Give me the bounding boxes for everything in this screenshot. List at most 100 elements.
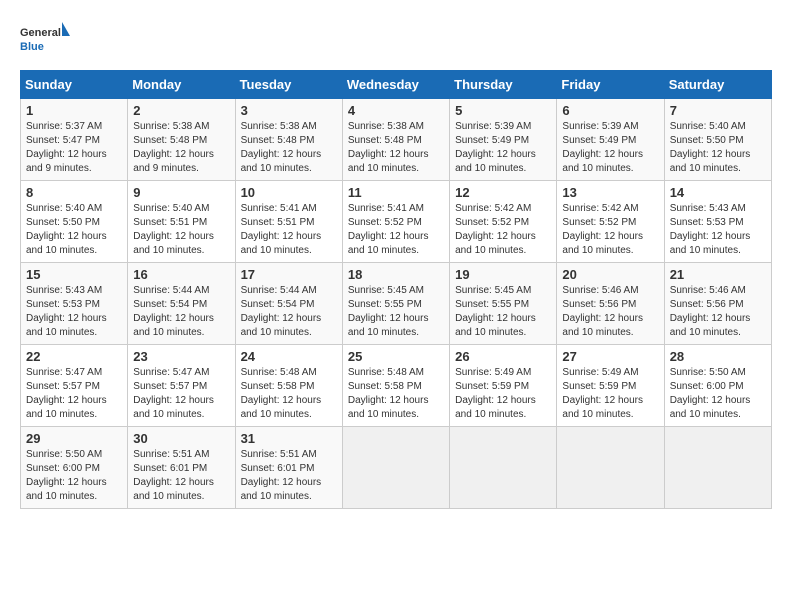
calendar-table: SundayMondayTuesdayWednesdayThursdayFrid… bbox=[20, 70, 772, 509]
svg-text:General: General bbox=[20, 27, 61, 39]
day-info: Sunrise: 5:49 AMSunset: 5:59 PMDaylight:… bbox=[562, 367, 643, 420]
calendar-cell: 21 Sunrise: 5:46 AMSunset: 5:56 PMDaylig… bbox=[664, 263, 771, 345]
day-info: Sunrise: 5:46 AMSunset: 5:56 PMDaylight:… bbox=[670, 285, 751, 338]
calendar-cell: 15 Sunrise: 5:43 AMSunset: 5:53 PMDaylig… bbox=[21, 263, 128, 345]
day-info: Sunrise: 5:41 AMSunset: 5:52 PMDaylight:… bbox=[348, 203, 429, 256]
logo: General Blue bbox=[20, 20, 70, 60]
day-info: Sunrise: 5:38 AMSunset: 5:48 PMDaylight:… bbox=[348, 121, 429, 174]
calendar-cell: 7 Sunrise: 5:40 AMSunset: 5:50 PMDayligh… bbox=[664, 99, 771, 181]
logo-svg: General Blue bbox=[20, 20, 70, 60]
day-info: Sunrise: 5:44 AMSunset: 5:54 PMDaylight:… bbox=[133, 285, 214, 338]
day-number: 16 bbox=[133, 267, 229, 282]
col-header-friday: Friday bbox=[557, 71, 664, 99]
calendar-cell: 11 Sunrise: 5:41 AMSunset: 5:52 PMDaylig… bbox=[342, 181, 449, 263]
day-info: Sunrise: 5:39 AMSunset: 5:49 PMDaylight:… bbox=[562, 121, 643, 174]
calendar-cell bbox=[557, 427, 664, 509]
calendar-cell: 23 Sunrise: 5:47 AMSunset: 5:57 PMDaylig… bbox=[128, 345, 235, 427]
day-number: 23 bbox=[133, 349, 229, 364]
day-number: 11 bbox=[348, 185, 444, 200]
svg-text:Blue: Blue bbox=[20, 41, 44, 53]
day-number: 14 bbox=[670, 185, 766, 200]
day-number: 22 bbox=[26, 349, 122, 364]
day-info: Sunrise: 5:50 AMSunset: 6:00 PMDaylight:… bbox=[26, 449, 107, 502]
day-number: 31 bbox=[241, 431, 337, 446]
calendar-cell: 22 Sunrise: 5:47 AMSunset: 5:57 PMDaylig… bbox=[21, 345, 128, 427]
day-info: Sunrise: 5:44 AMSunset: 5:54 PMDaylight:… bbox=[241, 285, 322, 338]
calendar-cell: 29 Sunrise: 5:50 AMSunset: 6:00 PMDaylig… bbox=[21, 427, 128, 509]
day-number: 18 bbox=[348, 267, 444, 282]
calendar-cell: 27 Sunrise: 5:49 AMSunset: 5:59 PMDaylig… bbox=[557, 345, 664, 427]
day-number: 1 bbox=[26, 103, 122, 118]
day-number: 5 bbox=[455, 103, 551, 118]
calendar-cell: 10 Sunrise: 5:41 AMSunset: 5:51 PMDaylig… bbox=[235, 181, 342, 263]
calendar-cell bbox=[342, 427, 449, 509]
day-number: 30 bbox=[133, 431, 229, 446]
calendar-cell bbox=[450, 427, 557, 509]
calendar-cell: 2 Sunrise: 5:38 AMSunset: 5:48 PMDayligh… bbox=[128, 99, 235, 181]
calendar-cell: 18 Sunrise: 5:45 AMSunset: 5:55 PMDaylig… bbox=[342, 263, 449, 345]
day-number: 9 bbox=[133, 185, 229, 200]
col-header-wednesday: Wednesday bbox=[342, 71, 449, 99]
day-info: Sunrise: 5:47 AMSunset: 5:57 PMDaylight:… bbox=[133, 367, 214, 420]
calendar-cell: 3 Sunrise: 5:38 AMSunset: 5:48 PMDayligh… bbox=[235, 99, 342, 181]
day-info: Sunrise: 5:43 AMSunset: 5:53 PMDaylight:… bbox=[670, 203, 751, 256]
day-number: 10 bbox=[241, 185, 337, 200]
calendar-cell: 28 Sunrise: 5:50 AMSunset: 6:00 PMDaylig… bbox=[664, 345, 771, 427]
day-info: Sunrise: 5:39 AMSunset: 5:49 PMDaylight:… bbox=[455, 121, 536, 174]
calendar-cell: 26 Sunrise: 5:49 AMSunset: 5:59 PMDaylig… bbox=[450, 345, 557, 427]
calendar-cell: 13 Sunrise: 5:42 AMSunset: 5:52 PMDaylig… bbox=[557, 181, 664, 263]
calendar-cell: 14 Sunrise: 5:43 AMSunset: 5:53 PMDaylig… bbox=[664, 181, 771, 263]
day-info: Sunrise: 5:45 AMSunset: 5:55 PMDaylight:… bbox=[455, 285, 536, 338]
day-number: 13 bbox=[562, 185, 658, 200]
page-header: General Blue bbox=[20, 20, 772, 60]
calendar-cell: 5 Sunrise: 5:39 AMSunset: 5:49 PMDayligh… bbox=[450, 99, 557, 181]
col-header-tuesday: Tuesday bbox=[235, 71, 342, 99]
day-number: 20 bbox=[562, 267, 658, 282]
calendar-cell: 20 Sunrise: 5:46 AMSunset: 5:56 PMDaylig… bbox=[557, 263, 664, 345]
calendar-cell: 16 Sunrise: 5:44 AMSunset: 5:54 PMDaylig… bbox=[128, 263, 235, 345]
day-number: 25 bbox=[348, 349, 444, 364]
day-info: Sunrise: 5:48 AMSunset: 5:58 PMDaylight:… bbox=[348, 367, 429, 420]
day-number: 24 bbox=[241, 349, 337, 364]
day-number: 8 bbox=[26, 185, 122, 200]
day-number: 17 bbox=[241, 267, 337, 282]
day-info: Sunrise: 5:43 AMSunset: 5:53 PMDaylight:… bbox=[26, 285, 107, 338]
day-number: 15 bbox=[26, 267, 122, 282]
day-number: 7 bbox=[670, 103, 766, 118]
calendar-cell: 4 Sunrise: 5:38 AMSunset: 5:48 PMDayligh… bbox=[342, 99, 449, 181]
calendar-cell: 12 Sunrise: 5:42 AMSunset: 5:52 PMDaylig… bbox=[450, 181, 557, 263]
day-info: Sunrise: 5:40 AMSunset: 5:50 PMDaylight:… bbox=[670, 121, 751, 174]
col-header-saturday: Saturday bbox=[664, 71, 771, 99]
col-header-thursday: Thursday bbox=[450, 71, 557, 99]
day-info: Sunrise: 5:37 AMSunset: 5:47 PMDaylight:… bbox=[26, 121, 107, 174]
day-info: Sunrise: 5:42 AMSunset: 5:52 PMDaylight:… bbox=[562, 203, 643, 256]
day-info: Sunrise: 5:38 AMSunset: 5:48 PMDaylight:… bbox=[241, 121, 322, 174]
day-info: Sunrise: 5:51 AMSunset: 6:01 PMDaylight:… bbox=[133, 449, 214, 502]
calendar-cell bbox=[664, 427, 771, 509]
day-info: Sunrise: 5:41 AMSunset: 5:51 PMDaylight:… bbox=[241, 203, 322, 256]
day-number: 19 bbox=[455, 267, 551, 282]
calendar-cell: 25 Sunrise: 5:48 AMSunset: 5:58 PMDaylig… bbox=[342, 345, 449, 427]
day-info: Sunrise: 5:40 AMSunset: 5:50 PMDaylight:… bbox=[26, 203, 107, 256]
day-number: 3 bbox=[241, 103, 337, 118]
day-info: Sunrise: 5:50 AMSunset: 6:00 PMDaylight:… bbox=[670, 367, 751, 420]
day-info: Sunrise: 5:46 AMSunset: 5:56 PMDaylight:… bbox=[562, 285, 643, 338]
day-number: 6 bbox=[562, 103, 658, 118]
day-info: Sunrise: 5:48 AMSunset: 5:58 PMDaylight:… bbox=[241, 367, 322, 420]
day-number: 29 bbox=[26, 431, 122, 446]
day-info: Sunrise: 5:51 AMSunset: 6:01 PMDaylight:… bbox=[241, 449, 322, 502]
calendar-cell: 19 Sunrise: 5:45 AMSunset: 5:55 PMDaylig… bbox=[450, 263, 557, 345]
day-info: Sunrise: 5:49 AMSunset: 5:59 PMDaylight:… bbox=[455, 367, 536, 420]
calendar-cell: 17 Sunrise: 5:44 AMSunset: 5:54 PMDaylig… bbox=[235, 263, 342, 345]
day-info: Sunrise: 5:47 AMSunset: 5:57 PMDaylight:… bbox=[26, 367, 107, 420]
day-number: 2 bbox=[133, 103, 229, 118]
calendar-cell: 31 Sunrise: 5:51 AMSunset: 6:01 PMDaylig… bbox=[235, 427, 342, 509]
calendar-cell: 6 Sunrise: 5:39 AMSunset: 5:49 PMDayligh… bbox=[557, 99, 664, 181]
calendar-cell: 9 Sunrise: 5:40 AMSunset: 5:51 PMDayligh… bbox=[128, 181, 235, 263]
day-number: 27 bbox=[562, 349, 658, 364]
calendar-cell: 8 Sunrise: 5:40 AMSunset: 5:50 PMDayligh… bbox=[21, 181, 128, 263]
day-number: 4 bbox=[348, 103, 444, 118]
col-header-monday: Monday bbox=[128, 71, 235, 99]
day-info: Sunrise: 5:42 AMSunset: 5:52 PMDaylight:… bbox=[455, 203, 536, 256]
calendar-cell: 30 Sunrise: 5:51 AMSunset: 6:01 PMDaylig… bbox=[128, 427, 235, 509]
